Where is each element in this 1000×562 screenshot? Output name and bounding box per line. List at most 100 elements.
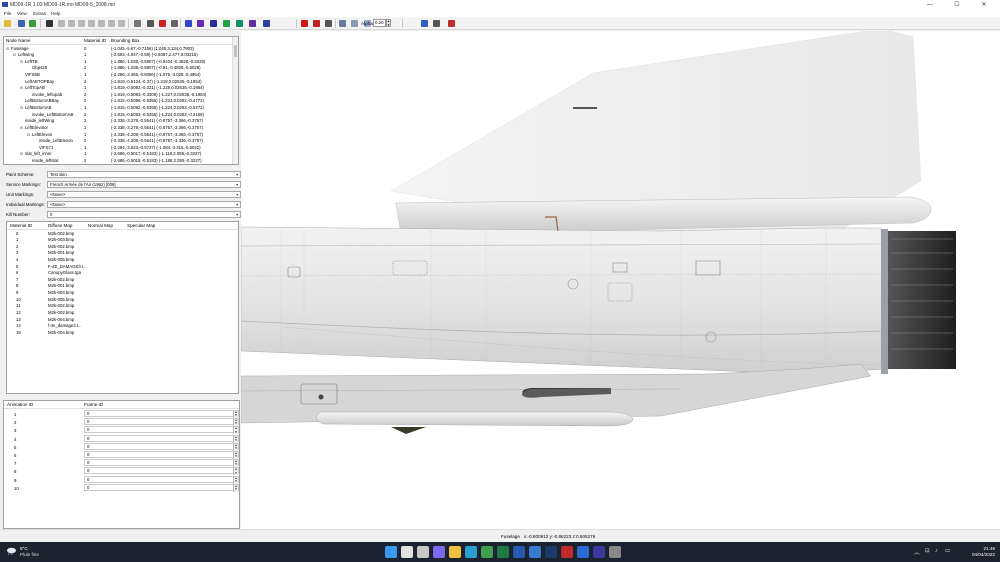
- app-red-icon[interactable]: [561, 546, 573, 558]
- color-navy-button[interactable]: [209, 19, 218, 28]
- volume-icon[interactable]: ♪: [935, 548, 938, 554]
- view-front-button[interactable]: [57, 19, 66, 28]
- shade-mixed-button[interactable]: [170, 19, 179, 28]
- frame-id-spinner[interactable]: ▲ ▼: [233, 460, 238, 468]
- tree-scrollbar[interactable]: [232, 37, 238, 164]
- minimize-button[interactable]: —: [918, 1, 942, 9]
- tree-row[interactable]: ⊟ LeftElevator 1 (-2.338,-3.278,-0.5541) (-…: [4, 125, 232, 132]
- clock-time[interactable]: 21:46: [969, 546, 996, 551]
- frame-id-spinner[interactable]: ▲ ▼: [233, 419, 238, 427]
- menu-help[interactable]: Help: [51, 11, 60, 16]
- windows-start-icon[interactable]: [385, 546, 397, 558]
- frame-id-input[interactable]: 0 ▲ ▼: [84, 467, 239, 476]
- material-row[interactable]: 0 M2k-002.bmp: [7, 231, 237, 238]
- color-green-button[interactable]: [222, 19, 231, 28]
- col-normal-map[interactable]: Normal Map: [88, 222, 113, 229]
- view-left-button[interactable]: [77, 19, 86, 28]
- material-row[interactable]: 4 M2k-005.bmp: [7, 257, 237, 264]
- chevron-down-icon[interactable]: ▼: [236, 212, 239, 218]
- frame-id-spinner[interactable]: ▲ ▼: [233, 410, 238, 418]
- wire-button[interactable]: [350, 19, 359, 28]
- maximize-button[interactable]: ☐: [945, 1, 969, 9]
- alpha-input[interactable]: 0.20: [373, 19, 386, 27]
- col-material-id[interactable]: Material ID: [84, 37, 106, 44]
- weather-temperature[interactable]: 8°C: [20, 546, 28, 551]
- frame-id-input[interactable]: 0 ▲ ▼: [84, 434, 239, 443]
- col-frame-id[interactable]: Frame ID: [84, 401, 103, 408]
- view-iso-button[interactable]: [117, 19, 126, 28]
- materials-table[interactable]: Material ID Diffuse Map Normal Map Specu…: [6, 221, 239, 394]
- close-button[interactable]: ✕: [972, 1, 996, 9]
- col-material-id[interactable]: Material ID: [10, 222, 32, 229]
- tree-row[interactable]: ⊟ Fuselage 0 (-1.045,-5.67,-0.7156) (1.045,…: [4, 46, 232, 53]
- menu-file[interactable]: File: [4, 11, 11, 16]
- col-node-name[interactable]: Node Name: [6, 37, 31, 44]
- frame-button[interactable]: [432, 19, 441, 28]
- frame-id-spinner[interactable]: ▲ ▼: [233, 435, 238, 443]
- word-icon[interactable]: [513, 546, 525, 558]
- excel-icon[interactable]: [497, 546, 509, 558]
- app-dark-icon[interactable]: [593, 546, 605, 558]
- material-row[interactable]: 9 M2k-003.bmp: [7, 290, 237, 297]
- material-row[interactable]: 7 M2k-002.bmp: [7, 277, 237, 284]
- material-row[interactable]: 8 M2k-001.bmp: [7, 283, 237, 290]
- frame-id-input[interactable]: 0 ▲ ▼: [84, 475, 239, 484]
- clock-date[interactable]: 04/04/2022: [960, 552, 995, 557]
- view-right-button[interactable]: [87, 19, 96, 28]
- paint-scheme-select[interactable]: Test skin ▼: [47, 171, 241, 178]
- color-indigo-button[interactable]: [262, 19, 271, 28]
- frame-id-input[interactable]: 0 ▲ ▼: [84, 410, 239, 418]
- tree-row[interactable]: invoke_LeftBottomAB 2 (-1.815,-0.5093,-0.5…: [4, 112, 232, 119]
- color-violet-button[interactable]: [248, 19, 257, 28]
- view-back-button[interactable]: [67, 19, 76, 28]
- color-teal-button[interactable]: [235, 19, 244, 28]
- col-bounding-box[interactable]: Bounding Box: [111, 37, 140, 44]
- material-row[interactable]: 11 M2k-002.bmp: [7, 303, 237, 310]
- material-row[interactable]: 14 f-4e_damage2.t...: [7, 323, 237, 330]
- chevron-down-icon[interactable]: ▼: [236, 172, 239, 178]
- tree-row[interactable]: LeftBottomABBay 2 (-1.815,-0.5096,-0.5356)…: [4, 98, 232, 105]
- task-view-icon[interactable]: [417, 546, 429, 558]
- tools-button[interactable]: [447, 19, 456, 28]
- weather-rain-icon[interactable]: [6, 547, 17, 555]
- 3d-viewport[interactable]: [241, 31, 1000, 529]
- tree-row[interactable]: Objet28 2 (-1.886,-1.038,-0.5807) (-0.91,-…: [4, 65, 232, 72]
- frame-id-spinner[interactable]: ▲ ▼: [233, 427, 238, 435]
- menu-view[interactable]: View: [17, 11, 27, 16]
- material-row[interactable]: 15 M2k-004.bmp: [7, 330, 237, 337]
- tree-row[interactable]: inside_LeftElevon 2 (-2.338,-4.209,-0.5541…: [4, 138, 232, 145]
- tree-row[interactable]: ⊟ slat_left_inner 1 (-2.686,-0.5017,-0.5183…: [4, 151, 232, 158]
- lodviewer-icon[interactable]: [609, 546, 621, 558]
- col-specular-map[interactable]: Specular Map: [127, 222, 155, 229]
- battery-icon[interactable]: ▭: [945, 548, 950, 554]
- frame-id-input[interactable]: 0 ▲ ▼: [84, 426, 239, 435]
- material-row[interactable]: 12 M2k-002.bmp: [7, 310, 237, 317]
- individual-markings-select[interactable]: <None> ▼: [47, 201, 241, 208]
- chevron-down-icon[interactable]: ▼: [236, 202, 239, 208]
- frame-id-input[interactable]: 0 ▲ ▼: [84, 418, 239, 427]
- frame-id-spinner[interactable]: ▲ ▼: [233, 451, 238, 459]
- chat-icon[interactable]: [433, 546, 445, 558]
- tree-row[interactable]: ⊟ LeftBottomAB 1 (-1.815,-0.5092,-0.5356) (…: [4, 105, 232, 112]
- node-tree[interactable]: Node Name Material ID Bounding Box ⊟ Fuse…: [3, 36, 239, 165]
- chrome-icon[interactable]: [481, 546, 493, 558]
- file-explorer-icon[interactable]: [449, 546, 461, 558]
- tree-row[interactable]: inside_leftslat 2 (-2.686,-0.5018,-0.5183)…: [4, 158, 232, 164]
- shade-red-button[interactable]: [158, 19, 167, 28]
- help-button[interactable]: [28, 19, 37, 28]
- box-button[interactable]: [338, 19, 347, 28]
- tree-row[interactable]: VIFS71 1 (-2.284,-3.623,-0.5727) (-1.084,-…: [4, 145, 232, 152]
- kill-number-select[interactable]: 0 ▼: [47, 211, 241, 218]
- weather-description[interactable]: Pluie fine: [20, 552, 39, 557]
- tree-row[interactable]: ⊟ LeftElevon 1 (-2.338,-4.208,-0.5541) (-0.…: [4, 132, 232, 139]
- animation-table[interactable]: Animation ID Frame ID 1 0 ▲ ▼ 2 0 ▲ ▼ 3 0 ▲ ▼ 4 0 ▲ ▼ 5 0…: [3, 400, 240, 529]
- gear-button[interactable]: [324, 19, 333, 28]
- alpha-spinner[interactable]: ▲ ▼: [386, 19, 391, 27]
- target-button[interactable]: [45, 19, 54, 28]
- edge-icon[interactable]: [465, 546, 477, 558]
- chevron-down-icon[interactable]: ▼: [236, 182, 239, 188]
- shade-dark-button[interactable]: [146, 19, 155, 28]
- material-row[interactable]: 13 M2k-004.bmp: [7, 317, 237, 324]
- col-diffuse-map[interactable]: Diffuse Map: [48, 222, 72, 229]
- tree-row[interactable]: LeftABTOPBay 2 (-1.819,-0.5124,-0.37) (-1.…: [4, 79, 232, 86]
